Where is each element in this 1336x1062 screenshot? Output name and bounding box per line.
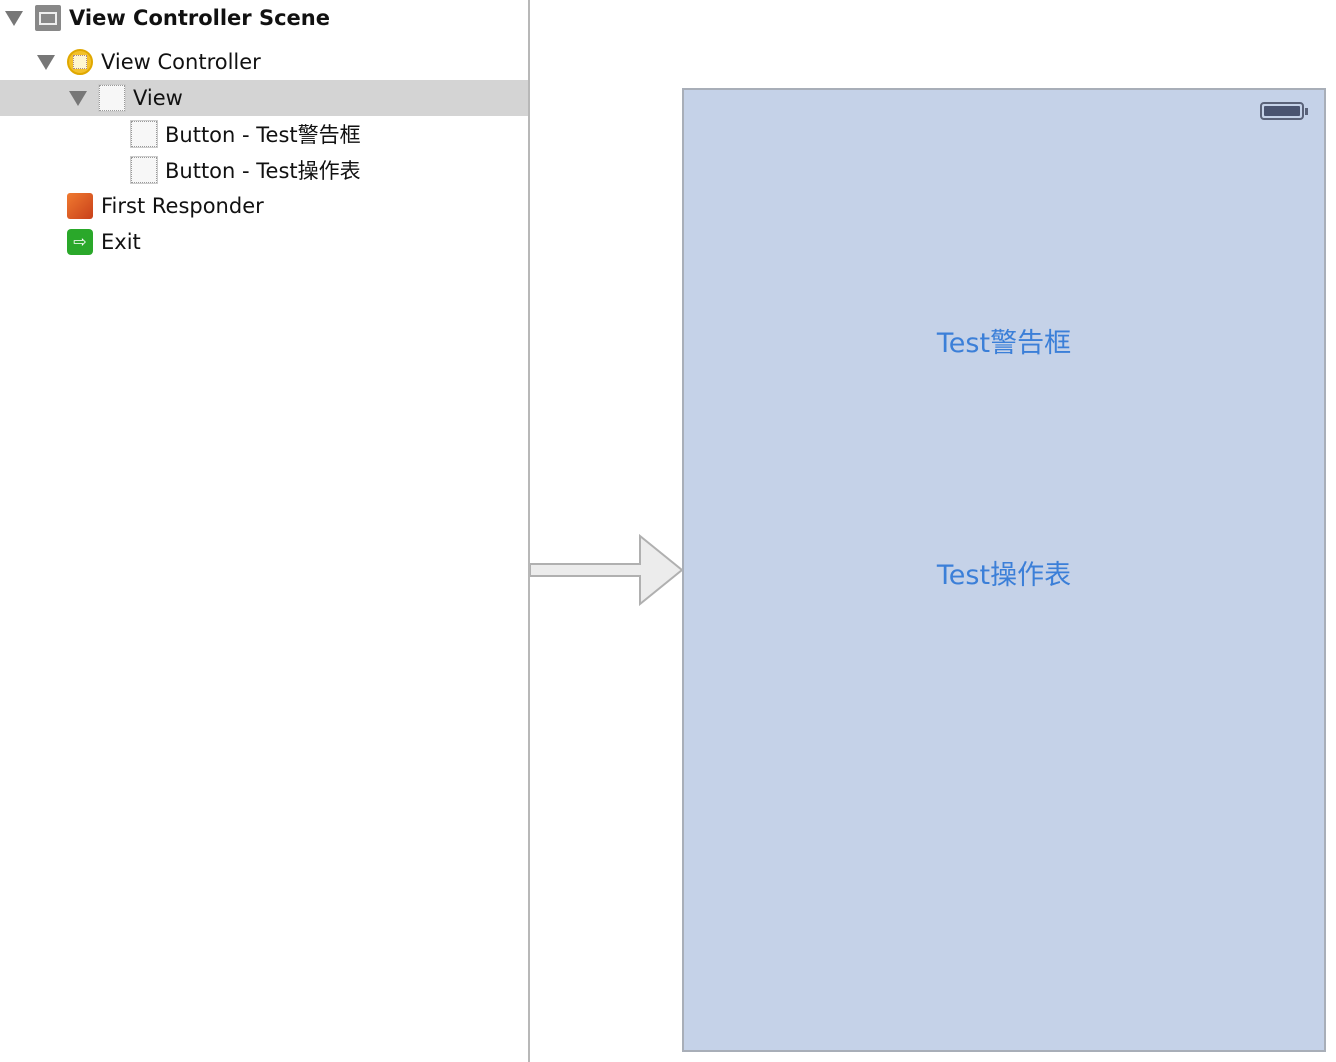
outline-item-label: Exit (101, 230, 141, 254)
test-alert-button[interactable]: Test警告框 (684, 320, 1324, 361)
outline-item-button-action-sheet[interactable]: Button - Test操作表 (0, 152, 528, 188)
disclosure-triangle-icon[interactable] (37, 54, 55, 70)
test-action-sheet-button[interactable]: Test操作表 (684, 552, 1324, 593)
outline-item-label: View (133, 86, 183, 110)
disclosure-triangle-icon[interactable] (69, 90, 87, 106)
button-icon (131, 121, 157, 147)
outline-item-exit[interactable]: ⇨ Exit (0, 224, 528, 260)
button-icon (131, 157, 157, 183)
view-icon (99, 85, 125, 111)
outline-item-label: First Responder (101, 194, 264, 218)
scene-icon (35, 5, 61, 31)
outline-item-label: Button - Test操作表 (165, 159, 361, 183)
outline-item-view[interactable]: View (0, 80, 528, 116)
battery-icon (1260, 102, 1308, 120)
outline-item-button-alert[interactable]: Button - Test警告框 (0, 116, 528, 152)
initial-view-controller-arrow-icon (530, 534, 684, 606)
exit-icon: ⇨ (67, 229, 93, 255)
outline-item-first-responder[interactable]: First Responder (0, 188, 528, 224)
outline-item-label: View Controller Scene (69, 6, 330, 30)
first-responder-icon (67, 193, 93, 219)
outline-item-scene[interactable]: View Controller Scene (0, 0, 528, 36)
disclosure-triangle-icon[interactable] (5, 10, 23, 26)
outline-item-label: View Controller (101, 50, 261, 74)
split-divider[interactable] (528, 0, 530, 1062)
outline-item-label: Button - Test警告框 (165, 123, 361, 147)
outline-item-view-controller[interactable]: View Controller (0, 44, 528, 80)
view-controller-canvas[interactable]: Test警告框 Test操作表 (682, 88, 1326, 1052)
document-outline: View Controller Scene View Controller Vi… (0, 0, 528, 1062)
view-controller-icon (67, 49, 93, 75)
